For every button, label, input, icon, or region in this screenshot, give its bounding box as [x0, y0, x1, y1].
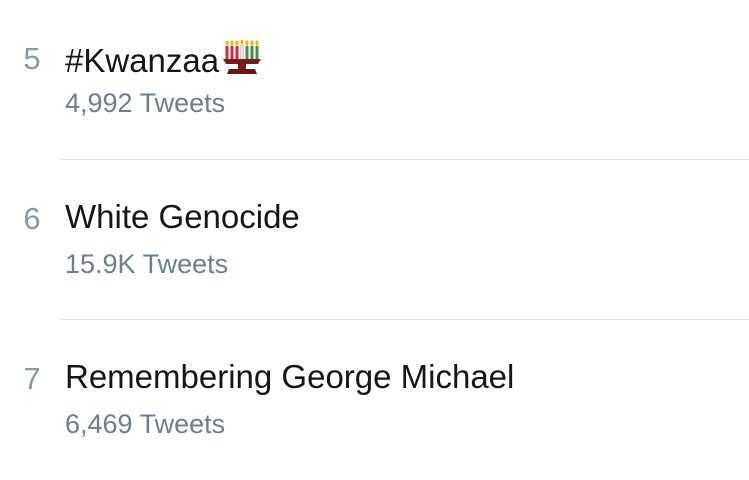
- trend-topic[interactable]: Remembering George Michael: [65, 360, 514, 393]
- trend-tweet-count: 6,469 Tweets: [65, 409, 226, 439]
- trend-item[interactable]: 6 White Genocide 15.9K Tweets: [0, 160, 749, 320]
- trend-rank: 7: [23, 361, 41, 396]
- trend-topic[interactable]: White Genocide: [65, 200, 300, 233]
- trends-list: 5 #Kwanzaa 4,992 Tweets 6 White Genocide…: [0, 0, 749, 477]
- trend-tweet-count: 4,992 Tweets: [65, 88, 226, 118]
- trend-rank: 6: [23, 201, 41, 236]
- trend-topic[interactable]: #Kwanzaa: [65, 40, 263, 77]
- kinara-icon: [223, 40, 262, 74]
- trend-tweet-count: 15.9K Tweets: [65, 249, 229, 279]
- trend-item[interactable]: 7 Remembering George Michael 6,469 Tweet…: [0, 320, 749, 480]
- trend-item[interactable]: 5 #Kwanzaa 4,992 Tweets: [0, 0, 749, 160]
- trend-topic-label: #Kwanzaa: [65, 42, 220, 79]
- trend-rank: 5: [23, 41, 41, 76]
